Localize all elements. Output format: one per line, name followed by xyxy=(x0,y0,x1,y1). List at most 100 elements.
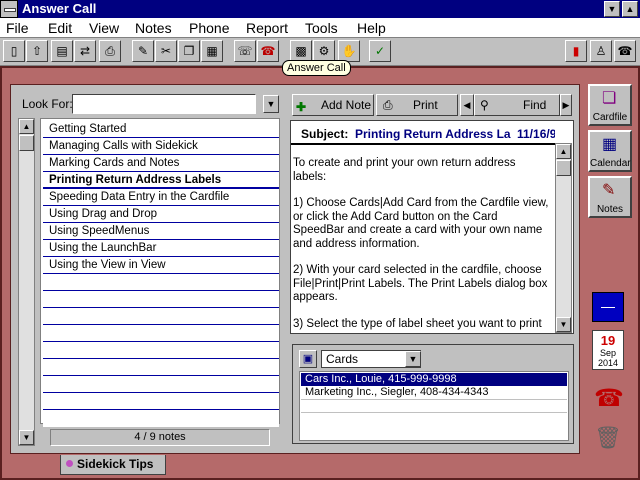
notes-label: Notes xyxy=(596,204,624,215)
menu-edit[interactable]: Edit xyxy=(48,19,72,37)
cardfile-icon: ❏ xyxy=(602,90,617,107)
open-icon[interactable]: ⇧ xyxy=(26,40,48,62)
printer-icon: ⎙ xyxy=(383,98,393,112)
cardfile-label: Cardfile xyxy=(592,112,628,123)
scroll-thumb[interactable] xyxy=(19,135,34,151)
add-note-icon: ✚ xyxy=(296,100,307,114)
new-icon[interactable]: ▯ xyxy=(3,40,25,62)
scroll-up-icon[interactable]: ▲ xyxy=(19,119,34,134)
list-item[interactable]: Using SpeedMenus xyxy=(43,223,279,240)
menu-bar: File Edit View Notes Phone Report Tools … xyxy=(0,18,640,38)
phone-icon[interactable]: ☎ xyxy=(594,386,624,412)
list-item-empty[interactable] xyxy=(43,291,279,308)
list-item[interactable]: Getting Started xyxy=(43,121,279,138)
list-item-empty[interactable] xyxy=(43,410,279,427)
gears-icon[interactable]: ⚙ xyxy=(313,40,335,62)
subject-line: Subject: Printing Return Address La 11/1… xyxy=(291,125,555,145)
scroll-down-icon[interactable]: ▼ xyxy=(19,430,34,445)
calendar-label: Calendar xyxy=(590,158,631,169)
figure-icon[interactable]: ♙ xyxy=(590,40,612,62)
card-row-empty[interactable] xyxy=(301,399,567,412)
prev-note-icon[interactable]: ◀ xyxy=(460,94,474,116)
note-scrollbar[interactable]: ▲ ▼ xyxy=(555,143,572,333)
look-for-dropdown-icon[interactable]: ▼ xyxy=(263,95,279,113)
window-title: Answer Call xyxy=(22,1,97,16)
list-item[interactable]: Speeding Data Entry in the Cardfile xyxy=(43,189,279,206)
list-item-empty[interactable] xyxy=(43,393,279,410)
system-menu-icon[interactable] xyxy=(0,0,18,18)
card-row-empty[interactable] xyxy=(301,412,567,425)
phone-book-icon[interactable]: ☎ xyxy=(614,40,636,62)
list-item[interactable]: Using the View in View xyxy=(43,257,279,274)
list-item[interactable]: Marking Cards and Notes xyxy=(43,155,279,172)
notes-button[interactable]: ✎ Notes xyxy=(588,176,632,218)
calendar-button[interactable]: ▦ Calendar xyxy=(588,130,632,172)
note-paragraph: 1) Choose Cards|Add Card from the Cardfi… xyxy=(293,197,549,250)
print-button[interactable]: ⎙ Print xyxy=(376,94,458,116)
card-view-icon[interactable]: ▣ xyxy=(299,350,317,368)
print-label: Print xyxy=(413,98,438,112)
menu-help[interactable]: Help xyxy=(357,19,386,37)
look-for-label: Look For: xyxy=(22,97,73,111)
menu-notes[interactable]: Notes xyxy=(135,19,172,37)
note-paragraph: To create and print your own return addr… xyxy=(293,157,516,183)
checklist-icon[interactable]: ✓ xyxy=(369,40,391,62)
dial-icon[interactable]: ☏ xyxy=(234,40,256,62)
list-item[interactable]: Using Drag and Drop xyxy=(43,206,279,223)
find-button[interactable]: ⚲ Find xyxy=(474,94,560,116)
notes-icon: ✎ xyxy=(602,182,616,199)
menu-tools[interactable]: Tools xyxy=(305,19,338,37)
card-row-selected[interactable]: Cars Inc., Louie, 415-999-9998 xyxy=(301,373,567,386)
note-count: 4 / 9 notes xyxy=(50,429,270,446)
handshake-icon[interactable]: ✋ xyxy=(338,40,360,62)
list-item-empty[interactable] xyxy=(43,274,279,291)
note-scroll-thumb[interactable] xyxy=(556,160,571,176)
paste-icon[interactable]: ▦ xyxy=(201,40,223,62)
flashlight-icon: ⚲ xyxy=(480,98,489,112)
look-for-input[interactable] xyxy=(72,94,256,114)
date-widget[interactable]: 19 Sep 2014 xyxy=(592,330,624,370)
answer-call-icon[interactable]: ☎ xyxy=(257,40,279,62)
book-icon[interactable]: ▮ xyxy=(565,40,587,62)
note-scroll-up-icon[interactable]: ▲ xyxy=(556,144,571,159)
subject-text[interactable]: Printing Return Address La xyxy=(355,125,511,143)
pencil-icon[interactable]: ✎ xyxy=(132,40,154,62)
date-month: Sep xyxy=(599,348,616,358)
list-item[interactable]: Using the LaunchBar xyxy=(43,240,279,257)
swap-icon[interactable]: ⇄ xyxy=(74,40,96,62)
minimize-button[interactable]: ▼ xyxy=(604,1,620,17)
list-item-empty[interactable] xyxy=(43,376,279,393)
note-panel[interactable]: Subject: Printing Return Address La 11/1… xyxy=(290,120,574,334)
clock-icon[interactable] xyxy=(592,292,624,322)
menu-phone[interactable]: Phone xyxy=(189,19,229,37)
tab-dot-icon xyxy=(66,460,73,467)
topics-scrollbar[interactable]: ▲ ▼ xyxy=(18,118,35,446)
trash-icon[interactable]: 🗑 xyxy=(594,424,622,454)
add-note-button[interactable]: ✚ Add Note xyxy=(292,94,374,116)
note-scroll-down-icon[interactable]: ▼ xyxy=(556,317,571,332)
note-paragraph: 3) Select the type of label sheet you wa… xyxy=(293,317,542,330)
menu-file[interactable]: File xyxy=(6,19,29,37)
list-item-selected[interactable]: Printing Return Address Labels xyxy=(43,172,279,189)
note-body[interactable]: To create and print your own return addr… xyxy=(293,157,551,331)
calculator-icon[interactable]: ▩ xyxy=(290,40,312,62)
list-item-empty[interactable] xyxy=(43,308,279,325)
calendar-icon: ▦ xyxy=(602,136,618,153)
cardfile-button[interactable]: ❏ Cardfile xyxy=(588,84,632,126)
cards-dropdown-icon[interactable]: ▼ xyxy=(405,351,421,367)
list-item[interactable]: Managing Calls with Sidekick xyxy=(43,138,279,155)
cut-icon[interactable]: ✂ xyxy=(155,40,177,62)
cards-panel: ▣ Cards ▼ Cars Inc., Louie, 415-999-9998… xyxy=(292,344,574,444)
card-row[interactable]: Marketing Inc., Siegler, 408-434-4343 xyxy=(301,386,567,399)
copy-icon[interactable]: ❐ xyxy=(178,40,200,62)
tab-sidekick-tips[interactable]: Sidekick Tips xyxy=(60,455,166,475)
list-item-empty[interactable] xyxy=(43,325,279,342)
menu-report[interactable]: Report xyxy=(246,19,288,37)
menu-view[interactable]: View xyxy=(89,19,119,37)
list-item-empty[interactable] xyxy=(43,359,279,376)
maximize-button[interactable]: ▲ xyxy=(622,1,638,17)
next-note-icon[interactable]: ▶ xyxy=(560,94,572,116)
save-icon[interactable]: ▤ xyxy=(51,40,73,62)
list-item-empty[interactable] xyxy=(43,342,279,359)
print-icon[interactable]: ⎙ xyxy=(99,40,121,62)
